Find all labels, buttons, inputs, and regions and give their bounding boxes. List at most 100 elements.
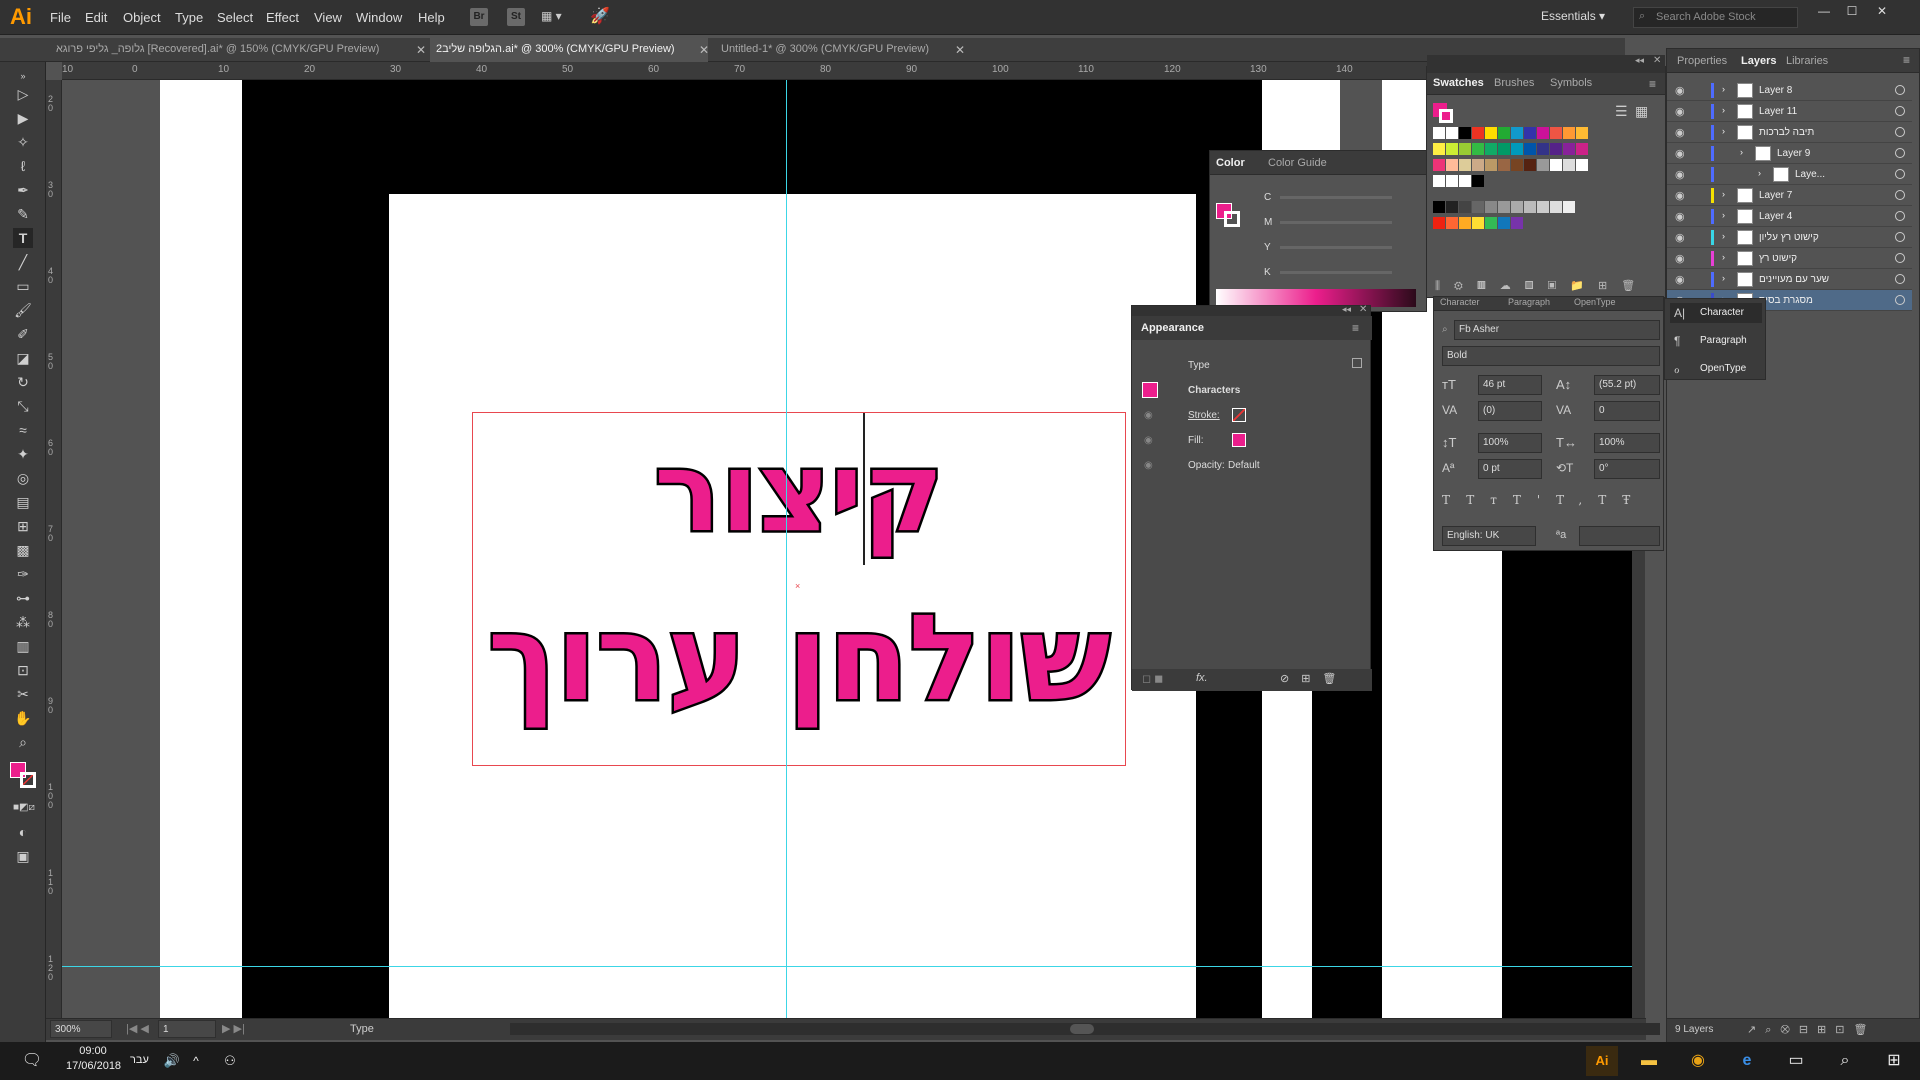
tab-character[interactable]: Character (1440, 297, 1480, 307)
color-swatch[interactable] (1472, 217, 1484, 229)
tab-document-2[interactable]: 2הגלופה שליב.ai* @ 300% (CMYK/GPU Previe… (430, 38, 708, 62)
color-swatch[interactable] (1576, 159, 1588, 171)
expand-arrow-icon[interactable]: › (1722, 105, 1725, 115)
color-swatch[interactable] (1576, 143, 1588, 155)
edge-icon[interactable]: e (1731, 1046, 1763, 1076)
layer-target-icon[interactable] (1895, 148, 1905, 158)
tab-brushes[interactable]: Brushes (1494, 77, 1534, 89)
color-swatch[interactable] (1498, 201, 1510, 213)
close-panel-icon[interactable]: ✕ (1359, 304, 1367, 315)
rotate-tool-icon[interactable]: ↻ (13, 372, 33, 392)
color-swatch[interactable] (1537, 159, 1549, 171)
menu-view[interactable]: View (314, 10, 342, 25)
kerning-field[interactable]: (0) (1478, 401, 1542, 421)
flyout-item-opentype[interactable]: ℴ OpenType (1670, 359, 1762, 379)
start-icon[interactable]: ⊞ (1878, 1046, 1910, 1076)
color-swatch[interactable] (1498, 217, 1510, 229)
visibility-eye-icon[interactable]: ◉ (1675, 126, 1685, 139)
visibility-eye-icon[interactable]: ◉ (1675, 210, 1685, 223)
rotation-field[interactable]: 0° (1594, 459, 1660, 479)
workspace-switcher[interactable]: Essentials ▾ (1541, 9, 1605, 23)
y-slider[interactable] (1280, 246, 1392, 249)
layer-target-icon[interactable] (1895, 253, 1905, 263)
flyout-item-character[interactable]: A| Character (1670, 303, 1762, 323)
visibility-eye-icon[interactable]: ◉ (1675, 273, 1685, 286)
panel-menu-icon[interactable]: ≡ (1352, 321, 1359, 335)
color-swatch[interactable] (1459, 159, 1471, 171)
stroke-label[interactable]: Stroke: (1188, 410, 1220, 421)
color-swatch[interactable] (1485, 217, 1497, 229)
color-swatch[interactable] (1446, 201, 1458, 213)
color-swatch[interactable] (1576, 127, 1588, 139)
leading-field[interactable]: (55.2 pt) (1594, 375, 1660, 395)
file-explorer-icon[interactable]: ▬ (1633, 1046, 1665, 1076)
color-swatch[interactable] (1511, 201, 1523, 213)
fill-label[interactable]: Fill: (1188, 435, 1204, 446)
layer-row[interactable]: ◉ › Layer 4 (1667, 206, 1912, 227)
expand-arrow-icon[interactable]: › (1740, 147, 1743, 157)
layer-target-icon[interactable] (1895, 85, 1905, 95)
c-slider[interactable] (1280, 196, 1392, 199)
visibility-eye-icon[interactable]: ◉ (1675, 252, 1685, 265)
color-stroke-swatch[interactable] (1224, 211, 1240, 227)
collapse-panel-icon[interactable]: ◂◂ (1342, 304, 1351, 315)
visibility-eye-icon[interactable]: ◉ (1675, 105, 1685, 118)
warp-tool-icon[interactable]: ≈ (13, 420, 33, 440)
color-swatch[interactable] (1498, 127, 1510, 139)
color-swatch[interactable] (1550, 143, 1562, 155)
language-select[interactable]: English: UK (1442, 526, 1536, 546)
appearance-options-icon[interactable] (1352, 358, 1362, 368)
color-swatch[interactable] (1472, 127, 1484, 139)
color-swatch[interactable] (1433, 159, 1445, 171)
layer-target-icon[interactable] (1895, 295, 1905, 305)
visibility-eye-icon[interactable]: ◉ (1144, 460, 1153, 471)
color-swatch[interactable] (1563, 127, 1575, 139)
visibility-eye-icon[interactable]: ◉ (1675, 168, 1685, 181)
layer-row[interactable]: ◉ › Laye... (1667, 164, 1912, 185)
layer-row[interactable]: ◉ › שער עם מעויינים (1667, 269, 1912, 290)
shaper-tool-icon[interactable]: ✐ (13, 324, 33, 344)
layer-target-icon[interactable] (1895, 127, 1905, 137)
expand-arrow-icon[interactable]: › (1722, 126, 1725, 136)
color-swatch[interactable] (1485, 143, 1497, 155)
collapse-icon[interactable]: » (13, 66, 33, 86)
column-graph-tool-icon[interactable]: ▥ (13, 636, 33, 656)
symbol-sprayer-tool-icon[interactable]: ⁂ (13, 612, 33, 632)
screen-mode-icon[interactable]: ▣ (13, 846, 33, 866)
puppet-warp-tool-icon[interactable]: ✦ (13, 444, 33, 464)
color-swatch[interactable] (1550, 127, 1562, 139)
color-swatch[interactable] (1485, 159, 1497, 171)
expand-arrow-icon[interactable]: › (1722, 189, 1725, 199)
swatch-footer-icons[interactable]: ⫼⚙▦☁▤▣📁⊞🗑 (1435, 279, 1649, 293)
color-swatch[interactable] (1446, 143, 1458, 155)
color-swatch[interactable] (1446, 175, 1458, 187)
font-family-select[interactable]: Fb Asher (1454, 320, 1660, 340)
show-hidden-icons-icon[interactable]: ^ (180, 1046, 212, 1076)
chrome-icon[interactable]: ◉ (1682, 1046, 1714, 1076)
layer-target-icon[interactable] (1895, 232, 1905, 242)
color-swatch[interactable] (1537, 201, 1549, 213)
menu-edit[interactable]: Edit (85, 10, 107, 25)
color-swatch[interactable] (1550, 201, 1562, 213)
layer-row[interactable]: ◉ › קישוט רץ (1667, 248, 1912, 269)
perspective-grid-tool-icon[interactable]: ▤ (13, 492, 33, 512)
color-swatch[interactable] (1446, 127, 1458, 139)
zoom-tool-icon[interactable]: ⌕ (13, 732, 33, 752)
magic-wand-tool-icon[interactable]: ✧ (13, 132, 33, 152)
color-swatch[interactable] (1472, 201, 1484, 213)
color-swatch[interactable] (1459, 217, 1471, 229)
panel-menu-icon[interactable]: ≡ (1649, 77, 1656, 91)
color-swatch[interactable] (1550, 159, 1562, 171)
input-language[interactable]: עבר (130, 1054, 149, 1066)
menu-object[interactable]: Object (123, 10, 161, 25)
expand-arrow-icon[interactable]: › (1722, 231, 1725, 241)
layer-row[interactable]: ◉ › Layer 11 (1667, 101, 1912, 122)
vertical-scale-field[interactable]: 100% (1478, 433, 1542, 453)
opacity-label[interactable]: Opacity: (1188, 460, 1225, 471)
layer-target-icon[interactable] (1895, 190, 1905, 200)
tab-close-icon[interactable]: ✕ (699, 43, 709, 57)
slice-tool-icon[interactable]: ✂ (13, 684, 33, 704)
eraser-tool-icon[interactable]: ◪ (13, 348, 33, 368)
tab-color[interactable]: Color (1216, 157, 1245, 169)
color-swatch[interactable] (1433, 217, 1445, 229)
